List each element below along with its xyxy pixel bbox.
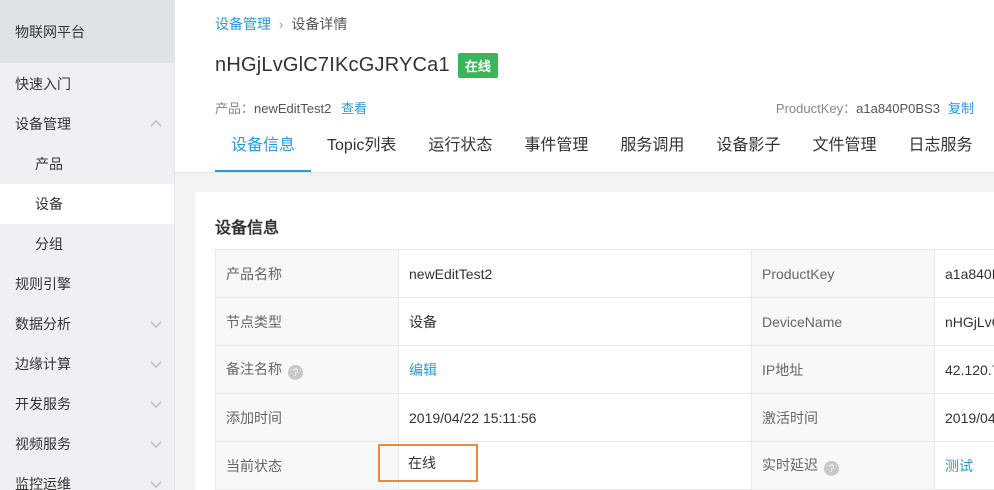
field-value: a1a840P — [934, 249, 994, 298]
sidebar-item-edge-computing[interactable]: 边缘计算 — [0, 344, 174, 384]
sidebar-item-label: 设备管理 — [15, 116, 71, 132]
field-label: ProductKey — [751, 249, 935, 298]
breadcrumb: 设备管理 › 设备详情 — [215, 14, 347, 34]
tab-device-shadow[interactable]: 设备影子 — [700, 128, 796, 172]
field-label: 激活时间 — [751, 393, 935, 442]
field-value-cell: 在线 — [378, 441, 752, 490]
sidebar-item-device-management[interactable]: 设备管理 — [0, 104, 174, 144]
tab-topic-list[interactable]: Topic列表 — [311, 128, 412, 172]
sidebar: 物联网平台 快速入门 设备管理 产品 设备 分组 规则引擎 数据分析 边缘计算 — [0, 0, 175, 490]
help-icon[interactable]: ? — [288, 365, 303, 381]
table-row: 当前状态 在线 实时延迟? 测试 — [215, 441, 994, 490]
sidebar-item-rule-engine[interactable]: 规则引擎 — [0, 264, 174, 304]
field-label: DeviceName — [751, 297, 935, 346]
chevron-down-icon — [148, 476, 164, 490]
sidebar-item-dev-service[interactable]: 开发服务 — [0, 384, 174, 424]
help-icon[interactable]: ? — [824, 461, 839, 477]
breadcrumb-device-management[interactable]: 设备管理 — [215, 14, 271, 34]
chevron-down-icon — [148, 396, 164, 412]
field-value: 2019/04/22 15:11:56 — [398, 393, 752, 442]
brand-title[interactable]: 物联网平台 — [0, 0, 174, 63]
product-label: 产品： — [215, 101, 255, 116]
status-badge: 在线 — [457, 53, 498, 78]
table-row: 备注名称? 编辑 IP地址 42.120.7 — [215, 345, 994, 394]
copy-productkey-link[interactable]: 复制 — [948, 98, 974, 117]
field-value: newEditTest2 — [398, 249, 752, 298]
field-value: nHGjLvG — [934, 297, 994, 346]
sidebar-item-device[interactable]: 设备 — [0, 184, 174, 224]
page-title: nHGjLvGlC7IKcGJRYCa1 — [215, 54, 450, 76]
breadcrumb-current: 设备详情 — [291, 16, 348, 32]
sidebar-item-label: 监控运维 — [15, 476, 71, 490]
sidebar-item-label: 快速入门 — [15, 76, 71, 92]
view-product-link[interactable]: 查看 — [341, 101, 367, 116]
device-info-table: 产品名称 newEditTest2 ProductKey a1a840P 节点类… — [215, 249, 994, 490]
title-row: nHGjLvGlC7IKcGJRYCa1 在线 — [215, 53, 498, 78]
field-value-cell: 编辑 — [398, 345, 752, 394]
chevron-down-icon — [148, 316, 164, 332]
test-latency-link[interactable]: 测试 — [945, 458, 973, 474]
tab-service-call[interactable]: 服务调用 — [604, 128, 700, 172]
product-meta: 产品：newEditTest2 查看 — [215, 98, 367, 117]
field-label: 当前状态 — [215, 441, 399, 490]
chevron-up-icon — [148, 116, 164, 132]
field-label: 实时延迟 — [762, 456, 818, 473]
chevron-down-icon — [148, 436, 164, 452]
chevron-down-icon — [148, 356, 164, 372]
field-value-cell: 测试 — [934, 441, 994, 490]
table-row: 添加时间 2019/04/22 15:11:56 激活时间 2019/04 — [215, 393, 994, 442]
field-label: 添加时间 — [215, 393, 399, 442]
main-content: 设备管理 › 设备详情 nHGjLvGlC7IKcGJRYCa1 在线 产品：n… — [175, 0, 994, 490]
field-label-cell: 实时延迟? — [751, 441, 935, 490]
productkey-label: ProductKey： — [775, 101, 857, 116]
page-header: 设备管理 › 设备详情 nHGjLvGlC7IKcGJRYCa1 在线 产品：n… — [175, 0, 994, 173]
field-value: 2019/04 — [934, 393, 994, 442]
sidebar-item-label: 规则引擎 — [15, 276, 71, 292]
table-row: 节点类型 设备 DeviceName nHGjLvG — [215, 297, 994, 346]
sidebar-item-label: 分组 — [35, 236, 63, 252]
current-status-value: 在线 — [408, 455, 436, 471]
sidebar-item-label: 视频服务 — [15, 436, 71, 452]
sidebar-item-quickstart[interactable]: 快速入门 — [0, 64, 174, 104]
field-value: 42.120.7 — [934, 345, 994, 394]
sidebar-item-product[interactable]: 产品 — [0, 144, 174, 184]
field-label-cell: 备注名称? — [215, 345, 399, 394]
sidebar-item-group[interactable]: 分组 — [0, 224, 174, 264]
sidebar-item-label: 产品 — [35, 156, 63, 172]
sidebar-item-label: 设备 — [35, 196, 63, 212]
tab-log-service[interactable]: 日志服务 — [892, 128, 988, 172]
productkey-value: a1a840P0BS3 — [856, 101, 940, 116]
meta-row: 产品：newEditTest2 查看 ProductKey：a1a840P0BS… — [215, 98, 974, 117]
field-label: 节点类型 — [215, 297, 399, 346]
edit-remark-link[interactable]: 编辑 — [409, 362, 437, 378]
sidebar-item-label: 边缘计算 — [15, 356, 71, 372]
tab-bar: 设备信息 Topic列表 运行状态 事件管理 服务调用 设备影子 文件管理 日志… — [215, 128, 988, 172]
productkey-meta: ProductKey：a1a840P0BS3 复制 — [776, 98, 974, 117]
section-title: 设备信息 — [215, 220, 280, 237]
field-label: IP地址 — [751, 345, 935, 394]
field-label: 备注名称 — [226, 360, 282, 377]
table-row: 产品名称 newEditTest2 ProductKey a1a840P — [215, 249, 994, 298]
sidebar-item-monitoring[interactable]: 监控运维 — [0, 464, 174, 490]
sidebar-item-label: 开发服务 — [15, 396, 71, 412]
product-value: newEditTest2 — [254, 101, 332, 116]
field-value: 设备 — [398, 297, 752, 346]
sidebar-item-label: 数据分析 — [15, 316, 71, 332]
tab-runtime-status[interactable]: 运行状态 — [412, 128, 508, 172]
device-info-card: 设备信息 产品名称 newEditTest2 ProductKey a1a840… — [195, 192, 994, 490]
tab-device-info[interactable]: 设备信息 — [215, 128, 312, 172]
chevron-right-icon: › — [279, 16, 284, 32]
sidebar-item-video-service[interactable]: 视频服务 — [0, 424, 174, 464]
sidebar-menu: 快速入门 设备管理 产品 设备 分组 规则引擎 数据分析 边缘计算 开发服务 视… — [0, 63, 174, 490]
highlighted-status: 在线 — [378, 444, 478, 482]
tab-event-management[interactable]: 事件管理 — [508, 128, 604, 172]
field-label: 产品名称 — [215, 249, 399, 298]
sidebar-item-data-analysis[interactable]: 数据分析 — [0, 304, 174, 344]
tab-file-management[interactable]: 文件管理 — [796, 128, 892, 172]
